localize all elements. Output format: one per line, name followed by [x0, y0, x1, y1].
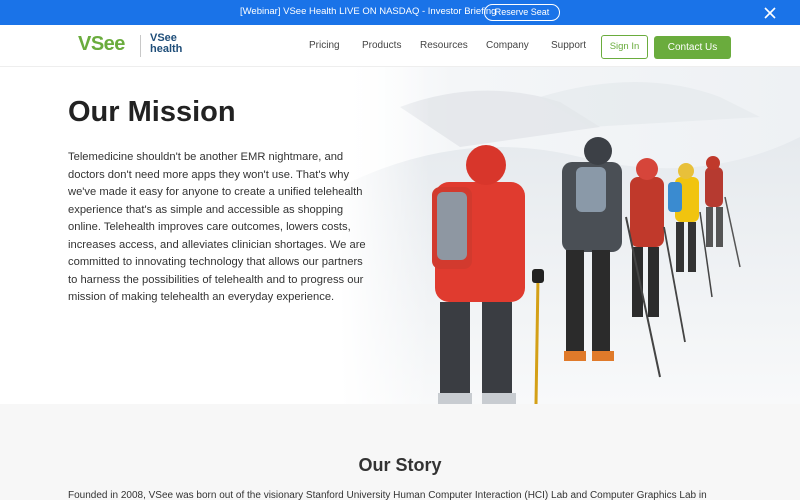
logo-health-text: VSee health — [150, 33, 182, 55]
logo-divider — [140, 35, 141, 57]
contact-us-button[interactable]: Contact Us — [654, 36, 731, 59]
skiers-photo — [340, 67, 800, 404]
nav-pricing[interactable]: Pricing — [309, 40, 340, 51]
nav-resources[interactable]: Resources — [420, 40, 468, 51]
reserve-seat-button[interactable]: Reserve Seat — [484, 4, 560, 21]
nav-products[interactable]: Products — [362, 40, 401, 51]
nav-support[interactable]: Support — [551, 40, 586, 51]
logo-vsee-text: VSee — [78, 33, 125, 55]
announcement-text[interactable]: [Webinar] VSee Health LIVE ON NASDAQ - I… — [240, 6, 496, 17]
sign-in-button[interactable]: Sign In — [601, 35, 648, 59]
hero-image — [340, 67, 800, 404]
announcement-bar: [Webinar] VSee Health LIVE ON NASDAQ - I… — [0, 0, 800, 25]
navbar: VSee VSee health Pricing Products Resour… — [0, 25, 800, 67]
close-icon[interactable] — [763, 6, 777, 20]
nav-company[interactable]: Company — [486, 40, 529, 51]
page-title: Our Mission — [68, 96, 236, 128]
logo-health-line2: health — [150, 43, 183, 55]
mission-paragraph: Telemedicine shouldn't be another EMR ni… — [68, 151, 366, 303]
story-section — [0, 404, 800, 500]
story-paragraph: Founded in 2008, VSee was born out of th… — [68, 490, 707, 500]
story-title: Our Story — [358, 455, 442, 475]
